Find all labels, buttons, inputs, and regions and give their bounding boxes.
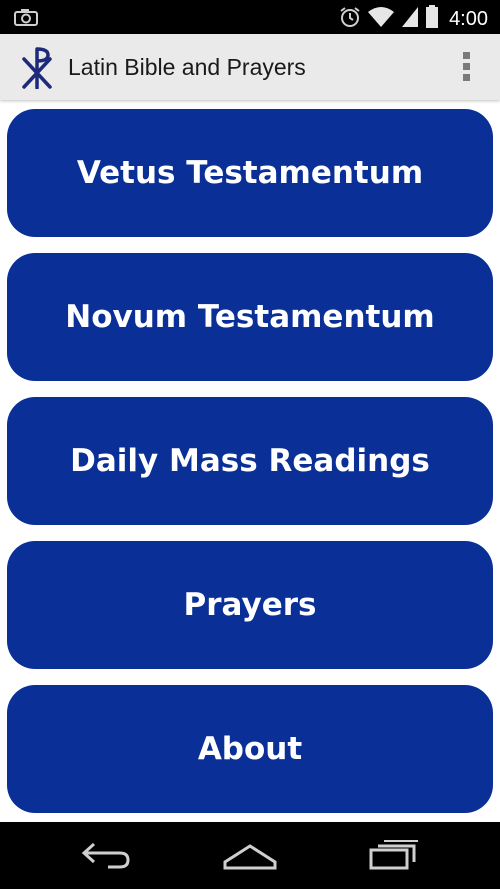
status-bar: 4:00 (0, 0, 500, 34)
navigation-bar (0, 822, 500, 889)
daily-mass-readings-button[interactable]: Daily Mass Readings (7, 397, 493, 525)
novum-testamentum-button[interactable]: Novum Testamentum (7, 253, 493, 381)
signal-icon (401, 6, 419, 33)
app-title: Latin Bible and Prayers (68, 54, 306, 80)
back-icon[interactable] (80, 838, 132, 877)
camera-icon (14, 8, 38, 31)
recents-icon[interactable] (368, 838, 420, 877)
overflow-menu-icon[interactable] (456, 52, 476, 84)
home-icon[interactable] (222, 838, 278, 877)
alarm-icon (339, 6, 361, 33)
battery-icon (425, 5, 439, 34)
about-button[interactable]: About (7, 685, 493, 813)
main-menu: Vetus Testamentum Novum Testamentum Dail… (0, 100, 500, 822)
wifi-icon (367, 6, 395, 33)
prayers-button[interactable]: Prayers (7, 541, 493, 669)
status-time: 4:00 (449, 8, 488, 30)
chi-rho-icon (20, 47, 54, 94)
vetus-testamentum-button[interactable]: Vetus Testamentum (7, 109, 493, 237)
action-bar: Latin Bible and Prayers (0, 34, 500, 100)
